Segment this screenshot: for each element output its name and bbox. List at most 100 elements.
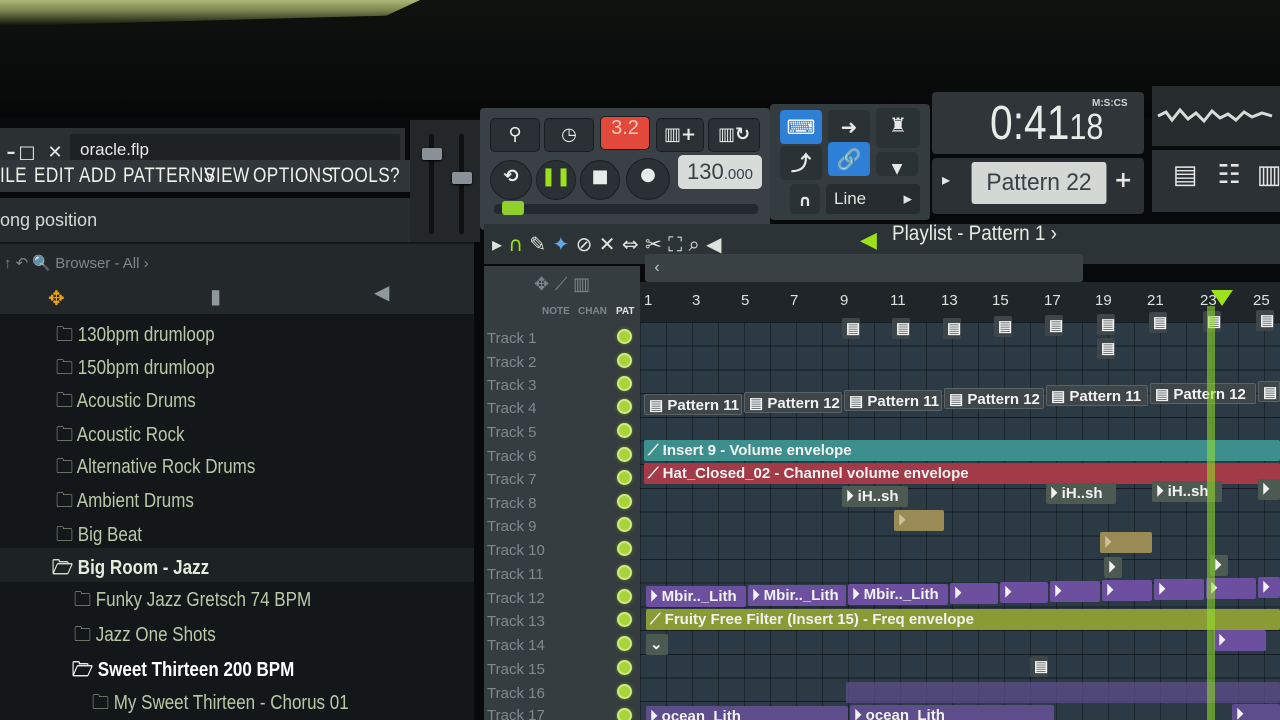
track-mute-led[interactable] [617,494,632,509]
audio-clip[interactable]: ⏵ iH..sh [1046,483,1116,504]
track-name[interactable]: Track 6 [487,448,536,465]
record-icon[interactable]: ● [626,158,670,200]
pattern-clip[interactable]: ▤ Pattern 11 [1046,385,1148,406]
track-mute-led[interactable] [617,353,632,368]
pattern-clip[interactable]: ▤ [842,318,860,339]
select-icon[interactable]: ⛶ [668,232,682,256]
browser-item[interactable]: 🗀 Ambient Drums [56,486,194,520]
audio-clip[interactable]: ⏵ [1000,582,1048,603]
menu-add[interactable]: ADD [79,164,117,188]
track-name[interactable]: Track 2 [487,354,536,371]
audio-clip[interactable]: ⏵ [1214,630,1266,651]
multilink-icon[interactable]: 🔗 [828,142,870,176]
track-mute-led[interactable] [617,708,632,720]
slide-icon[interactable]: ⤴ [780,146,822,180]
track-mute-led[interactable] [617,612,632,627]
pattern-clip[interactable]: ▤ [994,316,1012,337]
typing-keyboard-icon[interactable]: ⌨ [780,110,822,144]
playback-icon[interactable]: ◀ [706,232,721,256]
track-mute-led[interactable] [617,636,632,651]
audio-clip[interactable]: ⏵ Mbir.._Lith [848,584,948,605]
audio-clip[interactable]: ⏵ [1102,580,1152,601]
mode-counter[interactable]: 3.2 [600,116,650,150]
pattern-clip[interactable]: ▤ [943,318,961,339]
track-name[interactable]: Track 4 [487,400,536,417]
menu-view[interactable]: VIEW [204,164,250,188]
track-mute-led[interactable] [617,447,632,462]
track-mute-led[interactable] [617,376,632,391]
search-icon[interactable]: 🔍 [32,255,51,272]
back-arrow-icon[interactable]: ↑ ↶ [4,255,32,272]
track-mute-led[interactable] [617,517,632,532]
audio-clip[interactable]: ⏵ [950,583,998,604]
play-arrow-icon[interactable]: ▸ [492,232,502,256]
metronome-icon[interactable]: ⚲ [490,118,540,152]
pattern-clip[interactable]: ▤ Pattern 12 [744,392,842,413]
track-mute-led[interactable] [617,684,632,699]
volume-fader-handle[interactable] [422,148,442,160]
track-name[interactable]: Track 9 [487,518,536,535]
track-name[interactable]: Track 3 [487,377,536,394]
browser-item[interactable]: 🗀 Acoustic Drums [56,386,196,420]
track-mute-led[interactable] [617,589,632,604]
pattern-clip[interactable]: ▤ Pattern 11 [644,394,742,415]
filter-pat[interactable]: PAT [616,306,635,317]
filter-chan[interactable]: CHAN [578,306,607,317]
track-mute-led[interactable] [617,329,632,344]
menu-options[interactable]: OPTIONS [253,164,333,188]
track-mute-led[interactable] [617,541,632,556]
track-name[interactable]: Track 15 [487,661,545,678]
audio-clip[interactable]: ⏵ [1258,577,1280,598]
loop-record-icon[interactable]: ▥↻ [708,118,760,152]
magnet-snap-icon[interactable]: ∩ [508,232,523,256]
wait-record-icon[interactable]: ◷ [544,118,594,152]
browser-item[interactable]: 🗀 Funky Jazz Gretsch 74 BPM [74,585,311,619]
scroll-left-icon[interactable]: ‹ [645,254,669,282]
delete-icon[interactable]: ⊘ [576,232,593,256]
pattern-clip[interactable]: ▤ Pattern 12 [944,388,1044,409]
pause-icon[interactable]: ❚❚ [536,160,576,200]
pattern-clip[interactable]: ▤ [1258,381,1280,402]
timeline-ruler[interactable] [640,282,1280,322]
pattern-clip[interactable]: ▤ [1030,656,1048,677]
playlist-window-icon[interactable]: ▤ [1164,158,1206,192]
browser-item[interactable]: 🗀 My Sweet Thirteen - Chorus 01 [92,688,349,720]
browser-item[interactable]: 🗀 Jazz One Shots [74,620,216,654]
mixer-window-icon[interactable]: ▥ [1248,158,1280,192]
audio-clip[interactable]: ⏵ [1232,704,1280,720]
pattern-clip[interactable]: ▤ Pattern 11 [844,390,942,411]
track-name[interactable]: Track 11 [487,566,544,583]
browser-item[interactable]: 🗀 Big Beat [56,520,142,554]
magnet-icon[interactable]: ∩ [790,184,820,214]
audio-clip[interactable]: ⏵ [1154,579,1204,600]
play-pattern-icon[interactable]: ▸ [942,170,950,189]
pattern-clip[interactable]: ▤ [1256,310,1274,331]
audio-clip[interactable]: ⏵ [1258,479,1280,500]
playhead-marker[interactable] [1211,290,1233,306]
browser-item[interactable]: 🗀 150bpm drumloop [56,353,215,387]
browser-item[interactable]: 🗀 Acoustic Rock [56,420,184,454]
browser-item-open[interactable]: 🗁 Big Room - Jazz [52,553,209,587]
tempo-display[interactable]: 130.000 [678,155,762,189]
pattern-clip[interactable]: ▤ [1149,312,1167,333]
track-mute-led[interactable] [617,660,632,675]
pattern-clip[interactable]: ▤ Pattern 12 [1150,383,1256,404]
mute-icon[interactable]: ✕ [599,232,616,256]
playlist-scrollbar[interactable]: ‹ [645,254,1083,282]
track-mute-led[interactable] [617,423,632,438]
slice-icon[interactable]: ✂ [645,232,662,256]
automation-clip[interactable]: ⟋ Insert 9 - Volume envelope [644,440,1280,461]
filter-note[interactable]: NOTE [542,306,570,317]
pencil-icon[interactable]: ✎ [529,232,546,256]
track-name[interactable]: Track 16 [487,685,545,702]
pattern-clip[interactable]: ▤ [892,318,910,339]
file-icon[interactable]: ▮ [210,284,221,308]
paint-icon[interactable]: ✦ [553,232,570,256]
master-knob-icon[interactable]: ♜ [876,108,920,148]
pitch-fader-track[interactable] [459,134,464,234]
audio-clip[interactable]: ⏵ ocean_Lith [850,705,1054,720]
browser-item[interactable]: 🗀 Alternative Rock Drums [56,452,255,486]
pitch-fader-handle[interactable] [452,172,472,184]
audio-clip[interactable]: ⏵ iH..sh [842,486,908,507]
song-position-slider[interactable] [494,201,758,215]
